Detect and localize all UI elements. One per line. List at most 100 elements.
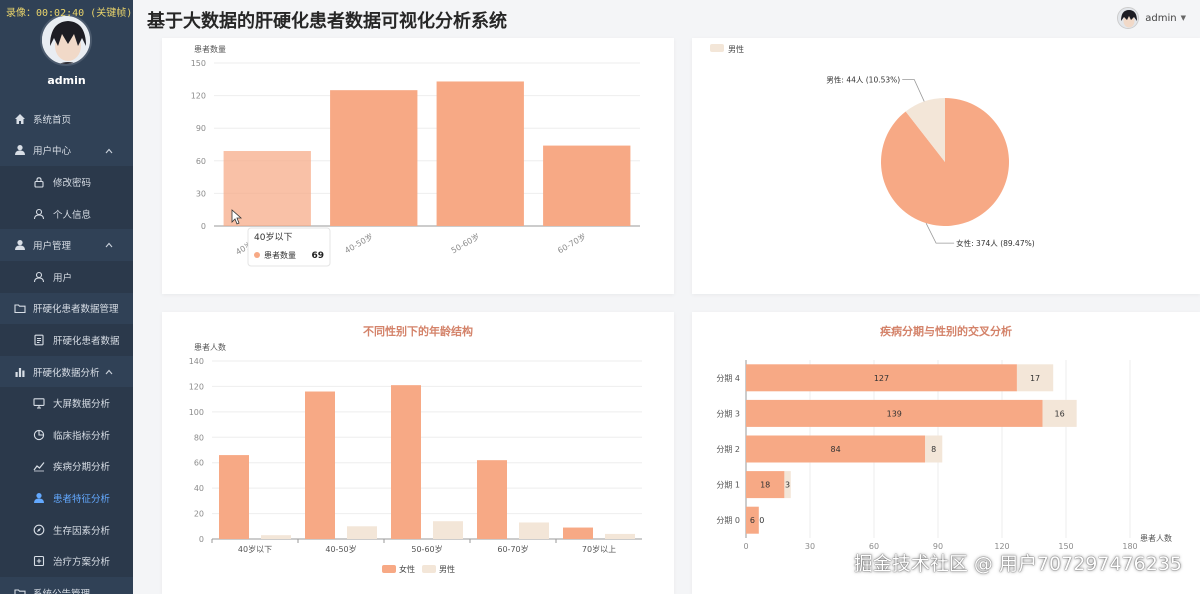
data-label: 0 xyxy=(759,516,764,525)
y-axis-title: 患者数量 xyxy=(194,44,226,54)
x-axis-title: 患者人数 xyxy=(1140,533,1172,543)
sidebar-item[interactable]: 肝硬化数据分析 xyxy=(0,356,133,388)
age-distribution-chart: 患者数量 0 30 60 90 120 150 40岁以下 40-50岁 50-60岁 60-70岁… xyxy=(191,44,640,267)
header-avatar[interactable] xyxy=(1117,7,1140,29)
y-tick-label: 150 xyxy=(191,59,206,68)
sidebar-item-label: 疾病分期分析 xyxy=(53,462,111,474)
x-tick-label: 40-50岁 xyxy=(325,544,356,554)
bar xyxy=(330,90,418,226)
y-tick-label: 30 xyxy=(196,189,206,198)
app-root: 录像：00:02:40 (关键帧) (6.8) admin 系统首页用户中心修改… xyxy=(0,0,1200,594)
recording-indicator: 录像：00:02:40 (关键帧) (6.8) xyxy=(6,8,133,19)
avatar[interactable] xyxy=(40,14,92,66)
gender-age-structure-panel: 不同性别下的年龄结构 患者人数 0 20 40 60 80 100 120 140 40岁以下 40-… xyxy=(162,312,674,594)
sidebar-item[interactable]: 用户管理 xyxy=(0,229,133,261)
sidebar-item-label: 修改密码 xyxy=(53,177,92,189)
y-tick-label: 分期 4 xyxy=(716,374,740,383)
y-axis-title: 患者人数 xyxy=(194,342,226,352)
lock-icon xyxy=(33,176,45,188)
y-tick-label: 40 xyxy=(194,484,204,493)
sidebar-item[interactable]: 大屏数据分析 xyxy=(0,387,133,419)
age-distribution-panel: 患者数量 0 30 60 90 120 150 40岁以下 40-50岁 50-60岁 60-70岁… xyxy=(162,38,674,294)
legend-label: 女性 xyxy=(399,564,415,574)
bar xyxy=(519,522,549,539)
tooltip-series: 患者数量 xyxy=(264,250,296,260)
gender-distribution-panel: 男性 男性: 44人 (10.53%) 女性: 374人 (89.47%) xyxy=(692,38,1200,294)
y-tick-label: 0 xyxy=(199,535,204,544)
sidebar-item-label: 个人信息 xyxy=(53,209,92,221)
sidebar-item-label: 临床指标分析 xyxy=(53,430,111,442)
watermark: 掘金技术社区 @ 用户707297476235 xyxy=(853,553,1182,575)
sidebar-item-label: 大屏数据分析 xyxy=(53,399,111,411)
sidebar-item[interactable]: 系统首页 xyxy=(0,103,133,135)
bar xyxy=(261,535,291,539)
y-tick-label: 60 xyxy=(194,459,204,468)
sidebar-item[interactable]: 疾病分期分析 xyxy=(0,450,133,483)
tooltip-value: 69 xyxy=(311,251,324,261)
bar xyxy=(563,527,593,539)
sidebar-item[interactable]: 治疗方案分析 xyxy=(0,545,133,577)
sidebar-item-label: 用户管理 xyxy=(33,241,72,253)
gender-pie-chart: 男性男性: 44人 (10.53%) 女性: 374人 (89.47%) xyxy=(710,44,1035,248)
bar xyxy=(436,81,524,226)
bar xyxy=(605,533,635,539)
y-tick-label: 分期 2 xyxy=(716,445,740,454)
y-tick-label: 分期 1 xyxy=(716,481,740,490)
data-label: 139 xyxy=(887,409,902,418)
chevron-up-icon xyxy=(105,146,113,157)
monitor-icon xyxy=(33,397,45,409)
x-tick-label: 60-70岁 xyxy=(497,544,528,554)
sidebar-item-label: 治疗方案分析 xyxy=(53,557,111,569)
chevron-up-icon xyxy=(105,367,113,378)
bar xyxy=(347,526,377,539)
y-tick-label: 分期 3 xyxy=(716,409,740,418)
chart-title: 疾病分期与性别的交叉分析 xyxy=(880,324,1012,338)
data-label: 17 xyxy=(1030,374,1040,383)
y-tick-label: 80 xyxy=(194,433,204,442)
data-label: 8 xyxy=(931,445,936,454)
sidebar-username: admin xyxy=(47,74,86,87)
bar xyxy=(219,455,249,539)
data-label: 127 xyxy=(874,374,889,383)
sidebar-item[interactable]: 肝硬化患者数据管理 xyxy=(0,293,133,325)
sidebar-item[interactable]: 系统公告管理 xyxy=(0,577,133,594)
chart-title: 不同性别下的年龄结构 xyxy=(363,324,473,338)
tooltip-title: 40岁以下 xyxy=(254,231,292,243)
label-line xyxy=(925,222,955,244)
page-title: 基于大数据的肝硬化患者数据可视化分析系统 xyxy=(147,11,507,32)
home-icon xyxy=(14,113,26,125)
bar xyxy=(543,145,631,226)
y-tick-label: 120 xyxy=(189,382,204,391)
sidebar-item-label: 肝硬化数据分析 xyxy=(33,367,100,379)
x-tick-label: 50-60岁 xyxy=(449,231,481,255)
data-label: 84 xyxy=(831,445,841,454)
y-tick-label: 0 xyxy=(201,222,206,231)
y-tick-label: 100 xyxy=(189,408,204,417)
sidebar-item[interactable]: 生存因素分析 xyxy=(0,513,133,546)
y-tick-label: 60 xyxy=(196,157,206,166)
sidebar-item[interactable]: 患者特征分析 xyxy=(0,482,133,514)
bar xyxy=(391,385,421,539)
pie-label-male: 男性: 44人 (10.53%) xyxy=(826,74,900,84)
data-label: 18 xyxy=(760,481,770,490)
y-tick-label: 20 xyxy=(194,510,204,519)
sidebar-item[interactable]: 临床指标分析 xyxy=(0,418,133,451)
folder-icon xyxy=(14,587,26,594)
sidebar-item[interactable]: 用户中心 xyxy=(0,135,133,167)
user-icon xyxy=(33,492,45,504)
y-tick-label: 分期 0 xyxy=(716,516,740,525)
chevron-down-icon: ▼ xyxy=(1180,14,1186,22)
document-icon xyxy=(33,334,45,346)
person-outline-icon xyxy=(33,208,45,220)
sidebar-item-label: 肝硬化患者数据 xyxy=(53,335,120,347)
sidebar-item[interactable]: 个人信息 xyxy=(0,197,133,230)
sidebar-item-label: 生存因素分析 xyxy=(53,525,111,537)
sidebar-item[interactable]: 用户 xyxy=(0,260,133,293)
sidebar-item[interactable]: 肝硬化患者数据 xyxy=(0,324,133,356)
pie-label-female: 女性: 374人 (89.47%) xyxy=(956,238,1035,248)
sidebar-item-label: 用户中心 xyxy=(33,146,72,158)
folder-icon xyxy=(14,302,26,314)
sidebar-item[interactable]: 修改密码 xyxy=(0,166,133,198)
user-menu[interactable]: admin ▼ xyxy=(1117,7,1186,29)
person-outline-icon xyxy=(33,271,45,283)
